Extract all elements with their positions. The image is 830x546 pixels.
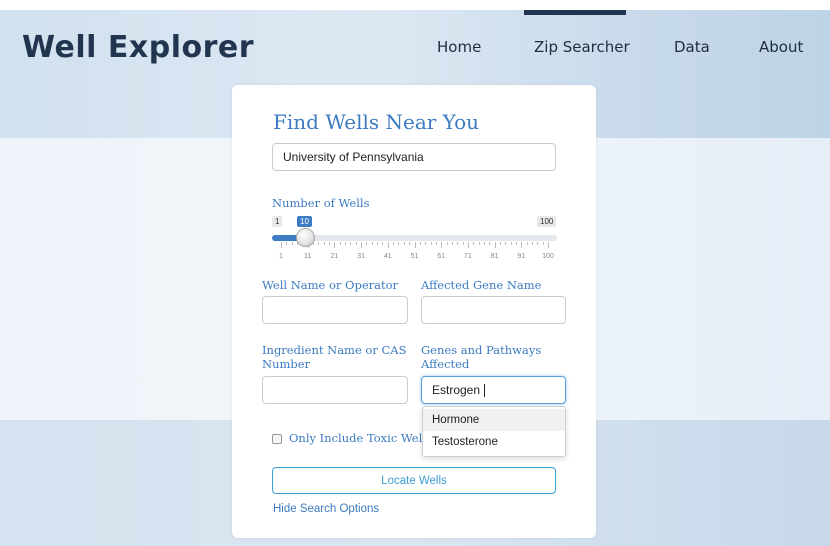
slider-minor-tick (483, 242, 485, 245)
slider-tick-label: 21 (330, 253, 339, 260)
toxic-checkbox[interactable] (272, 434, 282, 444)
pathways-label-line2: Affected (421, 357, 470, 371)
slider-minor-tick (515, 242, 517, 245)
slider-max-label: 100 (537, 216, 557, 227)
slider-minor-tick (366, 242, 368, 245)
slider-tick (281, 242, 282, 248)
dropdown-option-hormone[interactable]: Hormone (423, 409, 565, 431)
slider-value-label: 10 (297, 216, 312, 227)
locate-wells-button[interactable]: Locate Wells (272, 467, 556, 494)
slider-tick-label: 51 (410, 253, 419, 260)
slider-minor-tick (329, 242, 331, 245)
slider-tick-label: 11 (304, 253, 312, 260)
slider-tick (467, 242, 469, 248)
slider-tick-label: 1 (279, 253, 283, 260)
slider-minor-tick (446, 242, 448, 245)
slider-minor-tick (478, 242, 480, 245)
slider-tick (494, 242, 496, 248)
slider-tick (521, 242, 523, 248)
slider-tick-label: 81 (490, 253, 499, 260)
slider-minor-tick (435, 242, 437, 245)
location-input-value: University of Pennsylvania (283, 150, 424, 164)
hide-search-options-link[interactable]: Hide Search Options (273, 503, 379, 515)
slider-minor-tick (510, 242, 512, 245)
slider-tick-label: 91 (517, 253, 526, 260)
slider-tick (361, 242, 363, 248)
slider-minor-tick (542, 242, 544, 245)
slider-minor-tick (323, 242, 325, 245)
slider-minor-tick (345, 242, 347, 245)
slider-minor-tick (350, 242, 352, 245)
form-title: Find Wells Near You (273, 110, 480, 134)
pathways-label-line1: Genes and Pathways (421, 343, 542, 357)
slider-minor-tick (425, 242, 427, 245)
slider-minor-tick (409, 242, 411, 245)
text-cursor (484, 383, 486, 397)
slider-minor-tick (451, 242, 453, 245)
toxic-checkbox-label[interactable]: Only Include Toxic Wells (289, 431, 432, 445)
ingredient-label: Ingredient Name or CAS Number (262, 343, 407, 371)
slider-tick-label: 100 (542, 253, 554, 260)
well-name-input[interactable] (262, 296, 408, 324)
slider-minor-tick (489, 242, 491, 245)
slider-minor-tick (537, 242, 539, 245)
slider-minor-tick (382, 242, 384, 245)
slider-handle[interactable] (296, 228, 315, 247)
slider-minor-tick (371, 242, 373, 245)
nav-data[interactable]: Data (674, 38, 710, 56)
nav-about[interactable]: About (759, 38, 803, 56)
slider-label: Number of Wells (272, 196, 370, 210)
slider-minor-tick (457, 242, 459, 245)
pathways-input[interactable]: Estrogen (421, 376, 566, 404)
slider-minor-tick (419, 242, 421, 245)
slider-minor-tick (286, 242, 288, 245)
ingredient-input[interactable] (262, 376, 408, 404)
slider-minor-tick (531, 242, 533, 245)
slider-minor-tick (318, 242, 320, 245)
nav-zip-searcher[interactable]: Zip Searcher (534, 38, 630, 56)
slider-tick (414, 242, 416, 248)
ingredient-label-line2: Number (262, 357, 311, 371)
ingredient-label-line1: Ingredient Name or CAS (262, 343, 407, 357)
slider-tick-label: 41 (383, 253, 392, 260)
pathways-label: Genes and Pathways Affected (421, 343, 541, 371)
slider-minor-tick (398, 242, 400, 245)
pathways-input-value: Estrogen (432, 383, 481, 397)
slider-minor-tick (499, 242, 501, 245)
app-logo[interactable]: Well Explorer (22, 30, 254, 65)
slider-tick (548, 242, 549, 248)
slider-tick-label: 31 (357, 253, 365, 260)
slider-tick (334, 242, 336, 248)
nav-home[interactable]: Home (437, 38, 481, 56)
slider-minor-tick (355, 242, 357, 245)
slider-tick-label: 61 (437, 253, 446, 260)
slider-minor-tick (462, 242, 464, 245)
pathways-dropdown: Hormone Testosterone (422, 406, 566, 457)
slider-minor-tick (393, 242, 395, 245)
slider-min-label: 1 (272, 216, 283, 227)
slider-minor-tick (291, 242, 293, 245)
slider-tick (441, 242, 443, 248)
location-input[interactable]: University of Pennsylvania (272, 143, 556, 171)
slider-minor-tick (430, 242, 432, 245)
slider-minor-tick (339, 242, 341, 245)
well-name-label: Well Name or Operator (262, 278, 399, 292)
gene-name-label: Affected Gene Name (421, 278, 542, 292)
slider-minor-tick (377, 242, 379, 245)
slider-tick-label: 71 (463, 253, 472, 260)
slider-minor-tick (505, 242, 507, 245)
slider-minor-tick (473, 242, 475, 245)
nav-active-indicator (524, 10, 626, 15)
slider-minor-tick (403, 242, 405, 245)
gene-name-input[interactable] (421, 296, 566, 324)
slider-minor-tick (526, 242, 528, 245)
dropdown-option-testosterone[interactable]: Testosterone (423, 431, 565, 453)
slider-tick (387, 242, 389, 248)
